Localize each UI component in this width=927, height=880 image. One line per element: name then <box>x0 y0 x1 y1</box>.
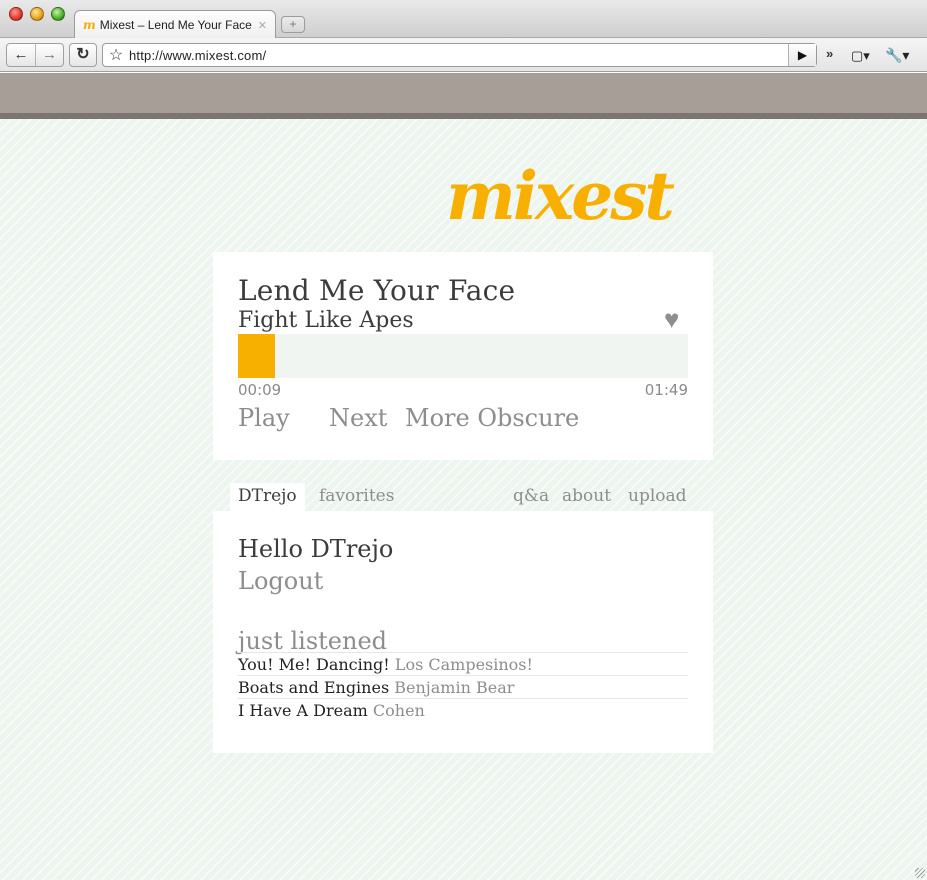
just-listened-list: You! Me! Dancing! Los Campesinos! Boats … <box>238 652 688 721</box>
wrench-icon[interactable]: 🔧▾ <box>885 47 909 64</box>
user-panel: Hello DTrejo Logout just listened You! M… <box>213 511 713 753</box>
url-text[interactable]: http://www.mixest.com/ <box>129 48 788 63</box>
reload-icon[interactable]: ↻ <box>69 43 97 67</box>
page-background: mixest Lend Me Your Face Fight Like Apes… <box>0 119 927 880</box>
browser-tab[interactable]: m Mixest – Lend Me Your Face ✕ <box>74 10 276 39</box>
minimize-window-button[interactable] <box>30 7 44 21</box>
list-item[interactable]: Boats and Engines Benjamin Bear <box>238 675 688 698</box>
address-bar[interactable]: ☆ http://www.mixest.com/ ▶ <box>102 43 817 67</box>
list-item[interactable]: You! Me! Dancing! Los Campesinos! <box>238 652 688 675</box>
tab-user[interactable]: DTrejo <box>230 483 305 511</box>
track-artist: Cohen <box>372 701 425 720</box>
mixest-favicon-icon: m <box>83 18 96 32</box>
total-time: 01:49 <box>644 381 688 399</box>
player-controls: Play Next More Obscure <box>238 404 579 432</box>
current-time: 00:09 <box>238 381 282 399</box>
mixest-logo[interactable]: mixest <box>446 163 675 229</box>
greeting: Hello DTrejo <box>238 535 394 563</box>
close-window-button[interactable] <box>9 7 23 21</box>
resize-grip-icon[interactable] <box>915 868 925 878</box>
logout-link[interactable]: Logout <box>238 567 323 595</box>
track-artist: Benjamin Bear <box>394 678 515 697</box>
play-arrow-icon[interactable]: ▶ <box>788 44 816 66</box>
tab-title: Mixest – Lend Me Your Face <box>99 18 252 32</box>
artist-name[interactable]: Fight Like Apes <box>238 308 414 333</box>
new-tab-button[interactable]: + <box>281 16 305 33</box>
back-arrow-icon[interactable]: ← <box>7 44 35 66</box>
header-bar <box>0 73 927 119</box>
nav-about-link[interactable]: about <box>562 483 611 511</box>
track-title: Boats and Engines <box>238 678 390 697</box>
player-card: Lend Me Your Face Fight Like Apes ♥ 00:0… <box>213 252 713 460</box>
close-tab-icon[interactable]: ✕ <box>258 19 267 32</box>
star-icon[interactable]: ☆ <box>103 45 129 65</box>
heart-icon[interactable]: ♥ <box>664 304 679 335</box>
progress-bar[interactable] <box>238 334 688 378</box>
just-listened-heading: just listened <box>238 627 388 655</box>
zoom-window-button[interactable] <box>51 7 65 21</box>
chevron-right-double-icon[interactable]: » <box>826 46 833 61</box>
section-tabs: DTrejo favorites q&a about upload <box>213 483 713 511</box>
play-button[interactable]: Play <box>238 404 329 432</box>
browser-toolbar: ← → ↻ ☆ http://www.mixest.com/ ▶ » ▢▾ 🔧▾ <box>0 38 927 72</box>
nav-qa-link[interactable]: q&a <box>513 483 549 511</box>
tab-favorites[interactable]: favorites <box>319 483 394 511</box>
window-titlebar: m Mixest – Lend Me Your Face ✕ + <box>0 0 927 39</box>
forward-arrow-icon[interactable]: → <box>35 44 63 66</box>
track-title: I Have A Dream <box>238 701 368 720</box>
list-item[interactable]: I Have A Dream Cohen <box>238 698 688 721</box>
page-icon[interactable]: ▢▾ <box>851 48 870 64</box>
track-title: You! Me! Dancing! <box>238 655 390 674</box>
more-obscure-button[interactable]: More Obscure <box>405 404 579 432</box>
nav-upload-link[interactable]: upload <box>628 483 687 511</box>
track-artist: Los Campesinos! <box>394 655 533 674</box>
progress-fill <box>238 334 276 378</box>
song-title: Lend Me Your Face <box>238 274 516 307</box>
nav-buttons: ← → <box>6 43 64 67</box>
next-button[interactable]: Next <box>329 404 405 432</box>
